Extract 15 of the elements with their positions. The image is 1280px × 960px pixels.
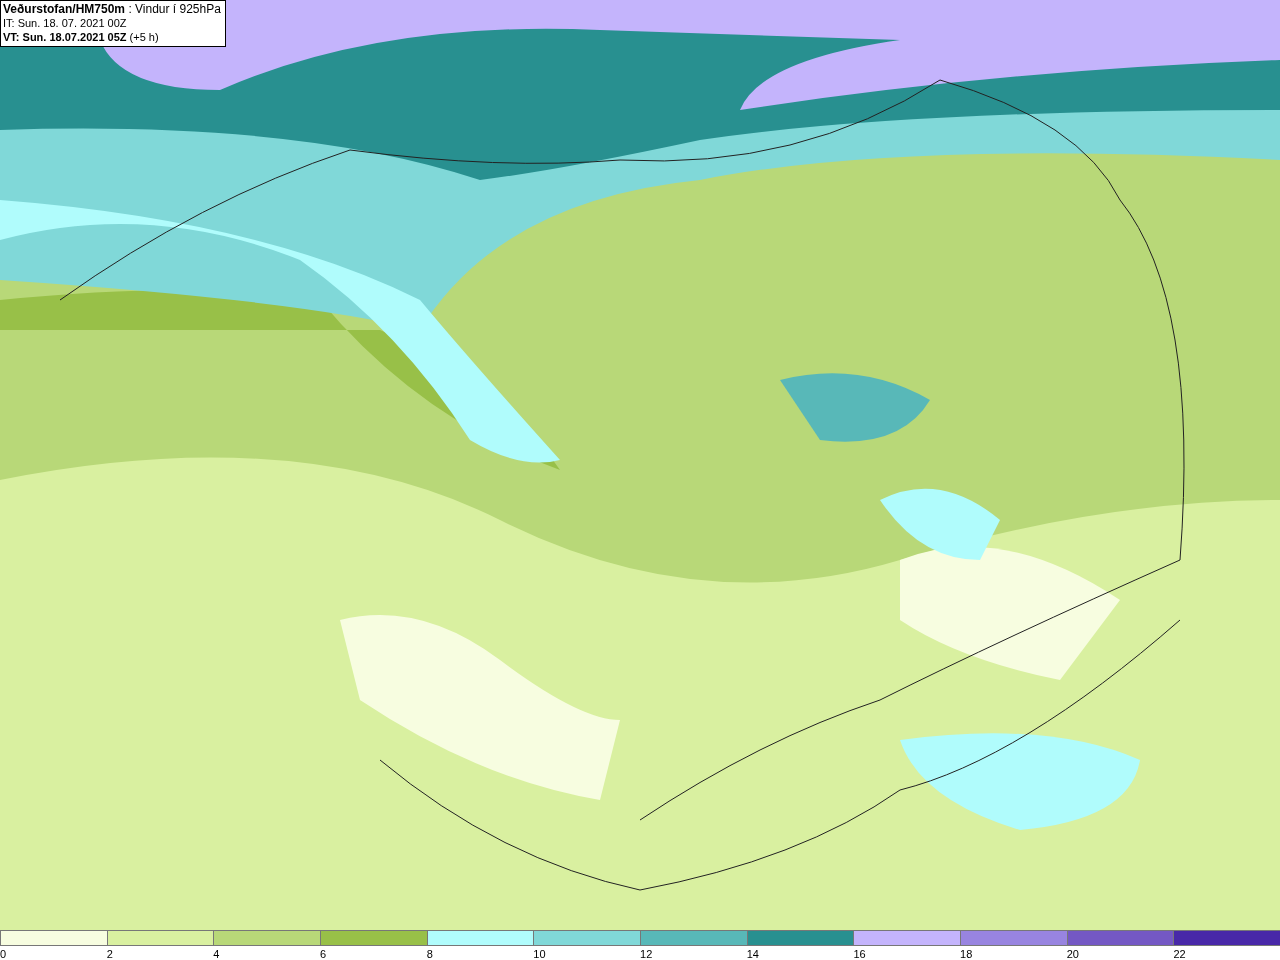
- legend-label: 18: [960, 948, 973, 960]
- legend-label: 8: [426, 948, 433, 960]
- legend-label: 14: [746, 948, 759, 960]
- legend-label: 20: [1066, 948, 1079, 960]
- valid-time: VT: Sun. 18.07.2021 05Z (+5 h): [3, 31, 160, 44]
- legend-label: 16: [853, 948, 866, 960]
- legend-label: 22: [1173, 948, 1186, 960]
- legend-label: 10: [533, 948, 546, 960]
- legend-label: 12: [640, 948, 653, 960]
- legend-label: 4: [213, 948, 220, 960]
- legend-label: 0: [0, 948, 7, 960]
- legend-label: 6: [320, 948, 327, 960]
- init-time: IT: Sun. 18. 07. 2021 00Z: [3, 17, 128, 30]
- chart-title: Veðurstofan/HM750m : Vindur í 925hPa: [3, 3, 221, 16]
- legend-label: 2: [106, 948, 113, 960]
